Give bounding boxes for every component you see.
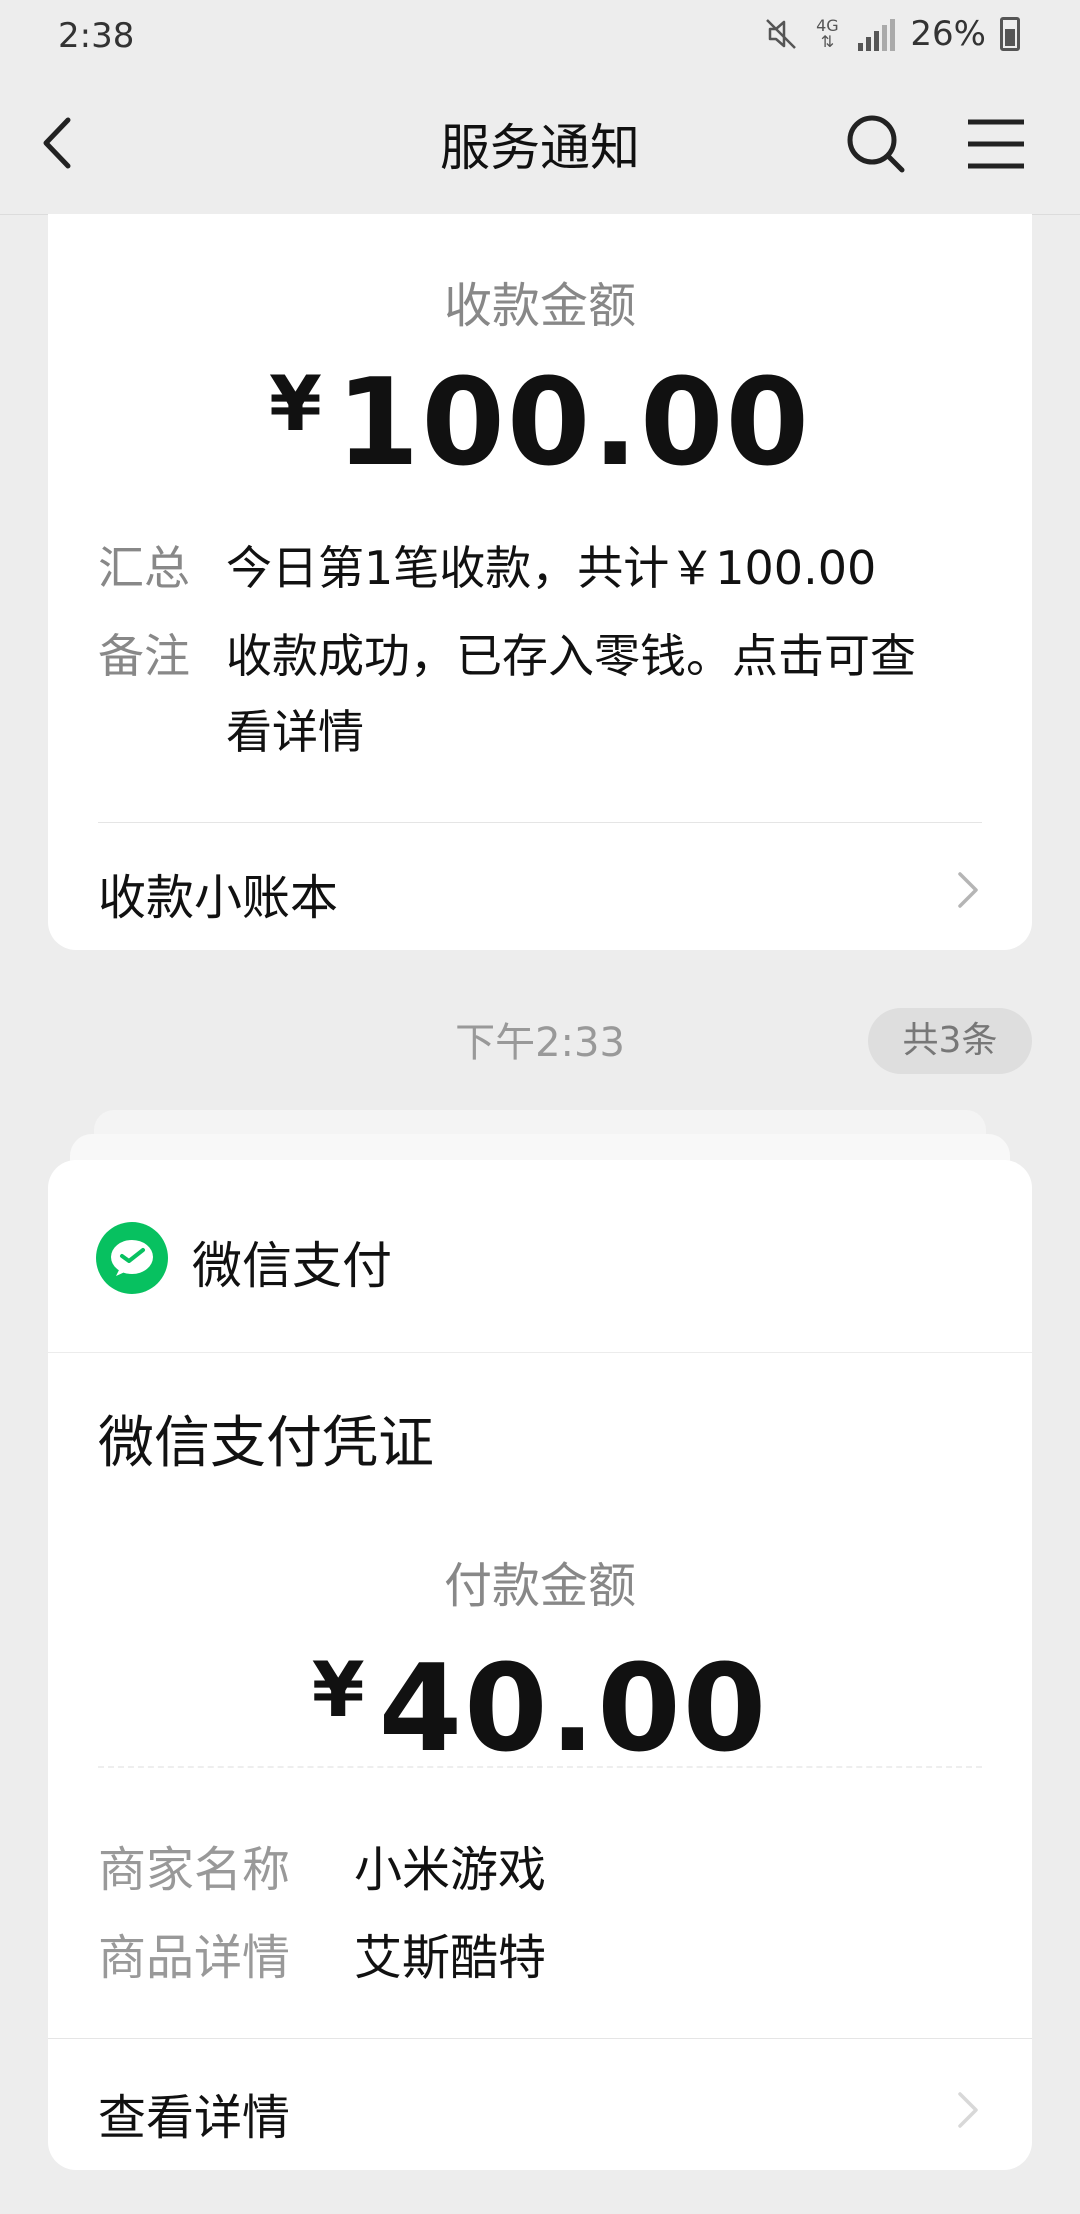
amount-label: 收款金额 — [443, 278, 636, 334]
summary-value: 今日第1笔收款，共计￥100.00 — [226, 541, 877, 595]
currency-symbol: ¥ — [311, 1645, 365, 1734]
divider — [98, 822, 982, 823]
ledger-link[interactable]: 收款小账本 — [98, 858, 982, 928]
payment-amount-number: 40.00 — [378, 1640, 769, 1779]
note-row: 备注 收款成功，已存入零钱。点击可查 看详情 — [98, 618, 982, 770]
status-time: 2:38 — [58, 16, 135, 56]
view-details-link[interactable]: 查看详情 — [98, 2078, 982, 2148]
dashed-divider — [98, 1766, 982, 1768]
wechat-pay-icon — [96, 1222, 168, 1294]
chevron-right-icon — [958, 2092, 978, 2128]
menu-icon[interactable] — [960, 110, 1032, 178]
message-count-badge[interactable]: 共3条 — [868, 1008, 1032, 1074]
voucher-title: 微信支付凭证 — [98, 1411, 434, 1476]
product-row: 商品详情 艾斯酷特 — [98, 1918, 982, 1988]
merchant-row: 商家名称 小米游戏 — [98, 1830, 982, 1900]
chevron-right-icon — [958, 872, 978, 908]
page-title: 服务通知 — [440, 119, 640, 177]
merchant-value: 小米游戏 — [354, 1842, 547, 1898]
summary-key: 汇总 — [98, 541, 190, 595]
nav-bar: 服务通知 — [0, 72, 1080, 215]
amount-number: 100.00 — [335, 354, 811, 493]
payment-amount-value: ¥40.00 — [48, 1640, 1032, 1779]
network-icon: 4G ⇅ — [812, 18, 842, 50]
payment-card-header: 微信支付 — [48, 1160, 1032, 1353]
receipt-notification-card[interactable]: 收款金额 ¥100.00 汇总 今日第1笔收款，共计￥100.00 备注 收款成… — [48, 214, 1032, 950]
product-value: 艾斯酷特 — [354, 1930, 547, 1986]
search-icon[interactable] — [840, 108, 912, 180]
data-arrows-icon: ⇅ — [820, 32, 835, 51]
view-details-label: 查看详情 — [98, 2090, 291, 2146]
payment-brand: 微信支付 — [192, 1237, 392, 1295]
battery-icon — [1000, 17, 1020, 51]
currency-symbol: ¥ — [269, 359, 322, 448]
product-key: 商品详情 — [98, 1930, 291, 1986]
note-key: 备注 — [98, 629, 190, 683]
ledger-link-label: 收款小账本 — [98, 870, 339, 926]
status-icons: 4G ⇅ 26% — [764, 14, 1020, 54]
amount-value: ¥100.00 — [48, 354, 1032, 493]
note-value-line1: 收款成功，已存入零钱。点击可查 — [226, 629, 916, 683]
mute-icon — [766, 19, 797, 49]
battery-percent: 26% — [910, 14, 986, 54]
payment-amount-label: 付款金额 — [443, 1558, 636, 1614]
divider — [48, 2038, 1032, 2039]
note-value: 收款成功，已存入零钱。点击可查 看详情 — [226, 618, 916, 770]
payment-notification-card[interactable]: 微信支付 微信支付凭证 付款金额 ¥40.00 商家名称 小米游戏 商品详情 艾… — [48, 1160, 1032, 2170]
note-value-line2: 看详情 — [226, 705, 364, 759]
status-bar: 2:38 4G ⇅ 26% — [0, 0, 1080, 72]
merchant-key: 商家名称 — [98, 1842, 291, 1898]
summary-row: 汇总 今日第1笔收款，共计￥100.00 — [98, 530, 982, 606]
signal-icon — [858, 19, 896, 51]
